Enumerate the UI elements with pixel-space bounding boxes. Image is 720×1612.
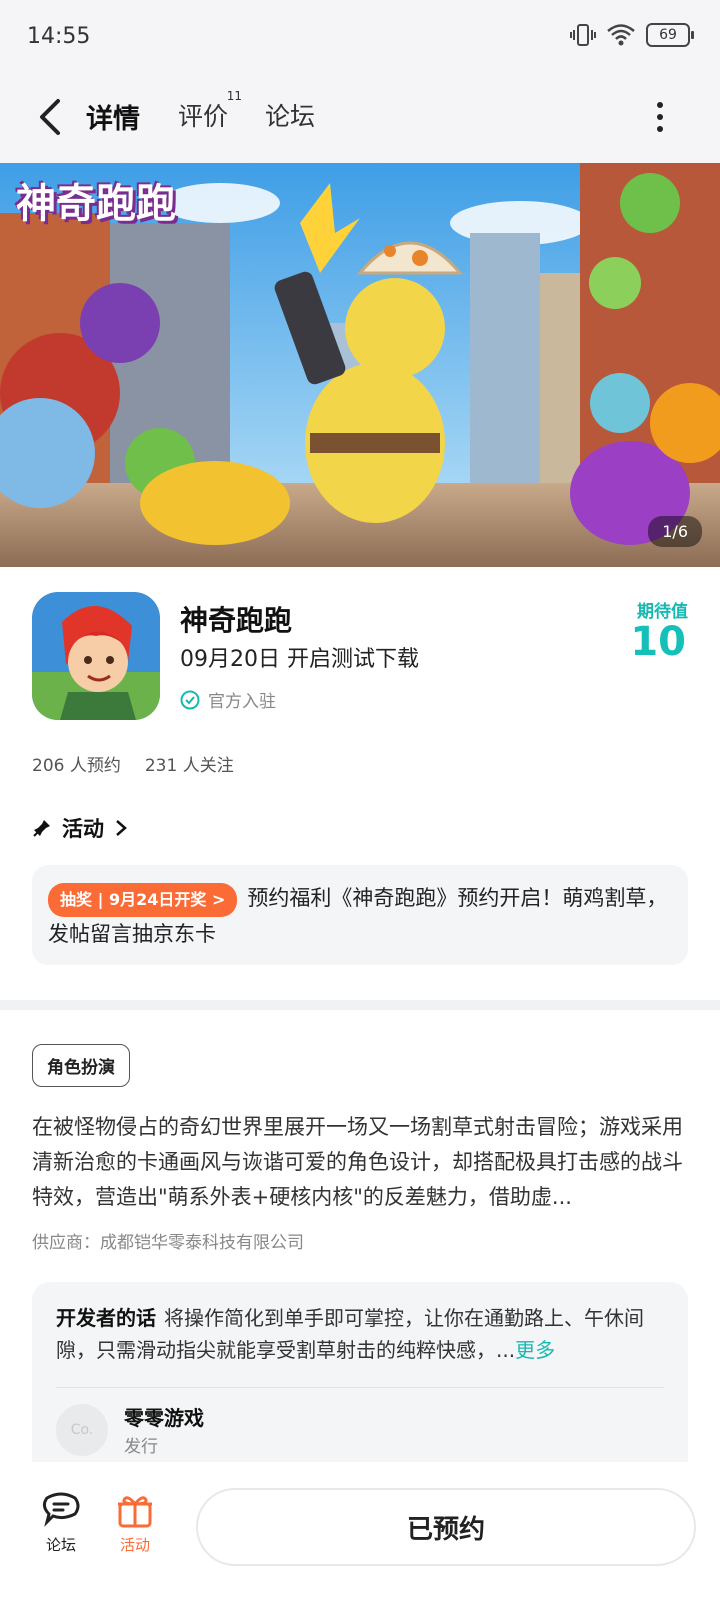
activity-card[interactable]: 抽奖 | 9月24日开奖 > 预约福利《神奇跑跑》预约开启！萌鸡割草，发帖留言抽京…: [32, 865, 688, 965]
bottom-action-bar: 论坛 活动 已预约: [0, 1462, 720, 1612]
status-bar: 14:55 69: [0, 0, 720, 75]
top-nav: 详情 评价 11 论坛: [0, 75, 720, 163]
follower-count: 231 人关注: [144, 756, 234, 776]
publisher-name[interactable]: 零零游戏: [124, 1402, 204, 1431]
tab-forum[interactable]: 论坛: [265, 97, 315, 133]
more-options-icon[interactable]: [654, 99, 666, 135]
activity-tab-label: 活动: [119, 1536, 150, 1554]
bottom-tab-forum[interactable]: 论坛: [26, 1492, 96, 1555]
genre-tag[interactable]: 角色扮演: [32, 1044, 130, 1087]
hero-banner[interactable]: 神奇跑跑 1/6: [0, 163, 720, 567]
forum-chat-icon: [42, 1492, 80, 1527]
battery-indicator: 69: [646, 23, 694, 47]
bottom-tab-activity[interactable]: 活动: [100, 1492, 170, 1555]
activity-header[interactable]: 活动: [32, 813, 128, 843]
expectation-value: 10: [630, 619, 686, 665]
publisher-avatar[interactable]: Co.: [56, 1404, 108, 1456]
game-app-icon-art: [32, 592, 160, 720]
forum-tab-label: 论坛: [45, 1536, 76, 1554]
reviews-count-badge: 11: [226, 89, 243, 103]
tab-reviews-label: 评价: [178, 102, 229, 131]
verified-label: 官方入驻: [208, 692, 276, 712]
tab-forum-label: 论坛: [265, 102, 316, 131]
battery-level: 69: [659, 27, 677, 43]
game-description[interactable]: 在被怪物侵占的奇幻世界里展开一场又一场割草式射击冒险；游戏采用清新治愈的卡通画风…: [32, 1110, 688, 1215]
section-divider: [0, 1000, 720, 1010]
developer-words-label: 开发者的话: [56, 1306, 156, 1330]
back-icon[interactable]: [34, 93, 70, 141]
developer-card-divider: [56, 1387, 664, 1388]
wifi-icon: [607, 24, 635, 46]
vibrate-icon: [570, 24, 596, 46]
banner-game-logo: 神奇跑跑: [16, 181, 176, 227]
pin-icon: [33, 820, 50, 837]
reserved-button[interactable]: 已预约: [196, 1488, 696, 1566]
status-icons: 69: [570, 22, 694, 48]
developer-words: 开发者的话 将操作简化到单手即可掌控，让你在通勤路上、午休间隙，只需滑动指尖就能享…: [56, 1302, 664, 1366]
game-app-icon: [32, 592, 160, 720]
tab-details[interactable]: 详情: [82, 97, 144, 140]
official-verified: 官方入驻: [180, 687, 276, 712]
supplier-text: 供应商：成都铠华零泰科技有限公司: [32, 1233, 304, 1253]
tab-details-label: 详情: [86, 104, 140, 135]
gift-icon: [118, 1496, 152, 1528]
release-date-text: 09月20日 开启测试下载: [180, 647, 419, 672]
reservation-count: 206 人预约: [32, 756, 121, 776]
banner-page-counter: 1/6: [648, 516, 702, 547]
publisher-role: 发行: [124, 1437, 158, 1457]
lottery-badge: 抽奖 | 9月24日开奖 >: [48, 883, 238, 917]
activity-header-label: 活动: [62, 817, 104, 841]
chevron-right-icon: [116, 820, 127, 836]
developer-words-card[interactable]: 开发者的话 将操作简化到单手即可掌控，让你在通勤路上、午休间隙，只需滑动指尖就能享…: [32, 1282, 688, 1482]
status-time: 14:55: [27, 24, 91, 49]
game-title: 神奇跑跑: [180, 604, 293, 637]
developer-more-link[interactable]: 更多: [515, 1338, 555, 1362]
tab-reviews[interactable]: 评价 11: [178, 89, 242, 133]
verified-check-icon: [180, 690, 200, 709]
stats-row: 206 人预约 231 人关注: [32, 751, 234, 776]
